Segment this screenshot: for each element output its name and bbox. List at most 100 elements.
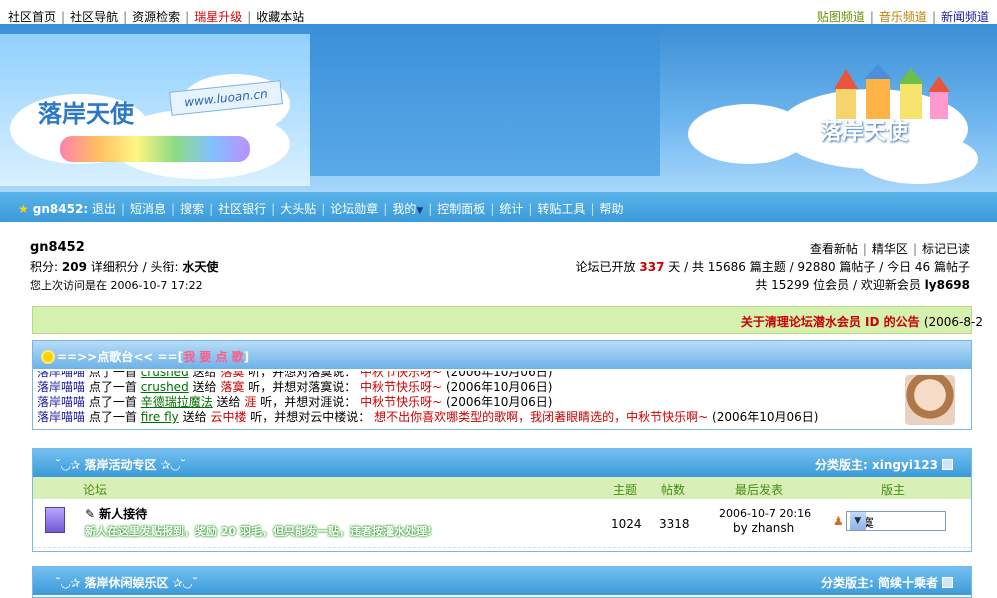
navbar-logout[interactable]: 退出 (92, 202, 116, 216)
navbar-photo-sticker[interactable]: 大头贴 (280, 202, 316, 216)
view-new-posts-link[interactable]: 查看新帖 (810, 242, 858, 256)
last-visit: 您上次访问是在 2006-10-7 17:22 (30, 279, 203, 292)
navbar-bank[interactable]: 社区银行 (218, 202, 266, 216)
navbar-medals[interactable]: 论坛勋章 (330, 202, 378, 216)
user-icon: ♟ (833, 513, 844, 528)
last-post-date[interactable]: 2006-10-7 20:16 (719, 507, 811, 520)
nav-community-guide[interactable]: 社区导航 (70, 10, 118, 24)
top-nav-left: 社区首页 | 社区导航 | 资源检索 | 瑞星升级 | 收藏本站 (8, 10, 305, 24)
navbar-search[interactable]: 搜索 (180, 202, 204, 216)
song-message: 中秋节快乐呀~ (360, 395, 443, 409)
nav-bookmark-site[interactable]: 收藏本站 (256, 10, 304, 24)
navbar-repost-tool[interactable]: 转贴工具 (537, 202, 585, 216)
navbar-control-panel[interactable]: 控制面板 (437, 202, 485, 216)
nav-news-channel[interactable]: 新闻频道 (941, 10, 989, 24)
star-icon: ★ (18, 202, 29, 216)
navbar-stats[interactable]: 统计 (499, 202, 523, 216)
forum-stats: 论坛已开放 337 天 / 共 15686 篇主题 / 92880 篇帖子 / … (576, 258, 970, 275)
last-post-author[interactable]: by zhansh (733, 521, 794, 535)
forum-name[interactable]: ✎ 新人接待 (85, 505, 147, 522)
forum-posts: 3318 (659, 517, 690, 531)
announcement-bar: 关于清理论坛潜水会员 ID 的公告 (2006-8-2 (32, 306, 983, 334)
sun-icon (43, 352, 53, 362)
song-link[interactable]: crushed (141, 371, 189, 379)
forum-row: ✎ 新人接待 新人在这里发贴报到，奖励 20 羽毛，但只能发一贴，违者按灌水处理!… (33, 499, 971, 548)
song-recipient: 落寞 (220, 380, 245, 394)
song-say: 听，并想对落寞说： (248, 371, 357, 379)
nav-community-home[interactable]: 社区首页 (8, 10, 56, 24)
song-user[interactable]: 落岸喵喵 (37, 410, 85, 424)
user-title: 水天使 (182, 260, 219, 274)
points-label: 积分: (30, 260, 59, 274)
chevron-down-icon[interactable]: ▼ (849, 512, 866, 530)
song-request-box: ==>>点歌台<< ==[我 要 点 歌] 落岸喵喵 点了一首 crushed … (32, 340, 972, 430)
current-username: gn8452 (30, 240, 85, 255)
song-to-label: 送给 (182, 410, 207, 424)
collapse-icon[interactable] (942, 459, 953, 470)
col-last-post: 最后发表 (735, 483, 784, 497)
detail-points-link[interactable]: 详细积分 (91, 260, 139, 274)
forum-section-leisure: ˘◡✰ 落岸休闲娱乐区 ✰◡˘ 分类版主: 简续十乘者 (32, 566, 972, 598)
announcement-text[interactable]: 关于清理论坛潜水会员 ID 的公告 (741, 315, 920, 329)
avatar (905, 375, 955, 425)
mark-read-link[interactable]: 标记已读 (922, 242, 970, 256)
request-song-link[interactable]: 我 要 点 歌 (183, 350, 244, 364)
column-headers: 论坛 主题 帖数 最后发表 版主 (33, 477, 971, 499)
song-link[interactable]: 辛德瑞拉魔法 (141, 395, 213, 409)
song-recipient: 涯 (244, 395, 257, 409)
col-topics: 主题 (613, 483, 638, 497)
song-to-label: 送给 (192, 380, 217, 394)
song-to-label: 送给 (216, 395, 241, 409)
section-moderator: 分类版主: xingyi123 (815, 456, 953, 473)
song-date: (2006年10月06日) (712, 410, 819, 424)
col-posts: 帖数 (661, 483, 686, 497)
section-title[interactable]: ˘◡✰ 落岸活动专区 ✰◡˘ (55, 456, 186, 473)
banner-url-right: bbs.luoan.cn (818, 146, 882, 157)
navbar-my[interactable]: 我的 (392, 202, 416, 216)
stats-prefix: 论坛已开放 (575, 260, 636, 274)
banner-logo-right: 落岸天使 (820, 119, 909, 145)
song-user[interactable]: 落岸喵喵 (37, 371, 85, 379)
member-stats: 共 15299 位会员 / 欢迎新会员 ly8698 (755, 276, 970, 293)
song-box-title: ==>>点歌台<< ==[我 要 点 歌] (43, 348, 249, 365)
section-title-text[interactable]: 落岸活动专区 (84, 458, 156, 472)
section-title[interactable]: ˘◡✰ 落岸休闲娱乐区 ✰◡˘ (55, 574, 198, 591)
nav-music-channel[interactable]: 音乐频道 (879, 10, 927, 24)
song-say: 听，并想对涯说： (260, 395, 357, 409)
navbar-help[interactable]: 帮助 (599, 202, 623, 216)
song-link[interactable]: fire fly (141, 410, 179, 424)
song-recipient: 落寞 (220, 371, 245, 379)
song-user[interactable]: 落岸喵喵 (37, 380, 85, 394)
banner-middle-art (310, 24, 660, 176)
song-recipient: 云中楼 (210, 410, 247, 424)
col-forum: 论坛 (83, 483, 108, 497)
song-user[interactable]: 落岸喵喵 (37, 395, 85, 409)
song-row: 落岸喵喵 点了一首 辛德瑞拉魔法 送给 涯 听，并想对涯说： 中秋节快乐呀~ (… (37, 395, 887, 410)
col-moderators: 版主 (881, 483, 906, 497)
collapse-icon[interactable] (942, 577, 953, 588)
song-message: 中秋节快乐呀~ (360, 380, 443, 394)
section-header: ˘◡✰ 落岸休闲娱乐区 ✰◡˘ 分类版主: 简续十乘者 (33, 567, 971, 595)
pencil-icon: ✎ (85, 507, 96, 521)
announcement-item[interactable]: 关于清理论坛潜水会员 ID 的公告 (2006-8-2 (741, 313, 983, 330)
forum-name-text[interactable]: 新人接待 (99, 507, 147, 521)
song-row: 落岸喵喵 点了一首 crushed 送给 落寞 听，并想对落寞说： 中秋节快乐呀… (37, 371, 887, 380)
nav-resource-search[interactable]: 资源检索 (132, 10, 180, 24)
forum-description: 新人在这里发贴报到，奖励 20 羽毛，但只能发一贴，违者按灌水处理! (85, 525, 432, 538)
digest-link[interactable]: 精华区 (872, 242, 908, 256)
chevron-down-icon[interactable]: ▼ (416, 206, 423, 216)
navbar-username[interactable]: gn8452: (33, 202, 88, 216)
song-date: (2006年10月06日) (445, 371, 553, 379)
nav-picture-channel[interactable]: 贴图频道 (817, 10, 865, 24)
nav-rising-upgrade[interactable]: 瑞星升级 (194, 10, 242, 24)
song-date: (2006年10月06日) (445, 395, 553, 409)
sparkle-icon: ˘◡✰ (55, 458, 85, 472)
forum-section-activities: ˘◡✰ 落岸活动专区 ✰◡˘ 分类版主: xingyi123 论坛 主题 帖数 … (32, 448, 972, 552)
song-box-header: ==>>点歌台<< ==[我 要 点 歌] (33, 341, 971, 369)
song-link[interactable]: crushed (141, 380, 189, 394)
song-message: 想不出你喜欢哪类型的歌啊，我闭著眼睛选的，中秋节快乐啊~ (374, 410, 709, 424)
forum-navbar: ★ gn8452: 退出 | 短消息 | 搜索 | 社区银行 | 大头贴 | 论坛勋章 | 我的▼ | 控制面… (0, 192, 997, 222)
newest-member-link[interactable]: ly8698 (925, 278, 970, 292)
navbar-messages[interactable]: 短消息 (130, 202, 166, 216)
moderator-select[interactable]: 落寞▼ (845, 511, 946, 531)
